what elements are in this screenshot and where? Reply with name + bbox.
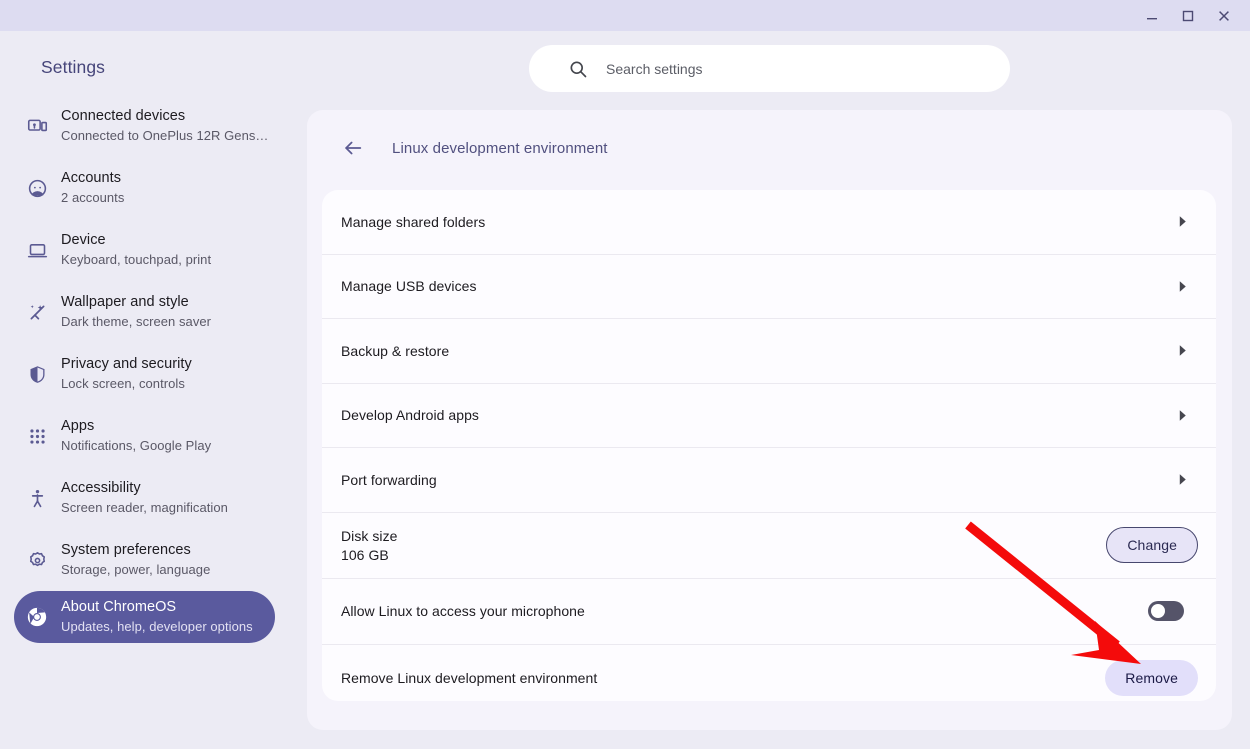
row-label: Port forwarding bbox=[341, 471, 437, 488]
row-control bbox=[1173, 319, 1216, 383]
close-button[interactable] bbox=[1206, 0, 1242, 31]
sidebar-item-label: Connected devices bbox=[61, 108, 186, 124]
chevron-right-icon[interactable] bbox=[1173, 213, 1191, 231]
toggle-knob bbox=[1151, 604, 1165, 618]
close-icon bbox=[1219, 10, 1229, 21]
settings-row-manage-usb-devices[interactable]: Manage USB devices bbox=[322, 255, 1216, 319]
row-label: Remove Linux development environment bbox=[341, 669, 598, 686]
devices-icon bbox=[25, 114, 49, 138]
sidebar: Settings Connected devices Connected to … bbox=[0, 31, 300, 749]
change-button[interactable]: Change bbox=[1106, 527, 1198, 563]
chevron-right-icon[interactable] bbox=[1173, 342, 1191, 360]
search-bar[interactable] bbox=[529, 45, 1010, 92]
settings-row-remove-linux: Remove Linux development environment Rem… bbox=[322, 645, 1216, 702]
sidebar-item-label: Wallpaper and style bbox=[61, 294, 189, 310]
back-arrow-icon[interactable] bbox=[341, 136, 365, 160]
sidebar-item-wallpaper-and-style[interactable]: Wallpaper and style Dark theme, screen s… bbox=[0, 281, 300, 343]
sidebar-item-sublabel: Connected to OnePlus 12R Gens… bbox=[61, 128, 269, 143]
shield-icon bbox=[25, 362, 49, 386]
accessibility-icon bbox=[25, 486, 49, 510]
window-titlebar bbox=[0, 0, 1250, 31]
sidebar-item-sublabel: Lock screen, controls bbox=[61, 376, 185, 391]
chevron-right-icon[interactable] bbox=[1173, 471, 1191, 489]
disk-size-text: Disk size 106 GB bbox=[341, 528, 397, 563]
sidebar-item-sublabel: 2 accounts bbox=[61, 190, 125, 205]
row-label: Backup & restore bbox=[341, 342, 450, 359]
row-control bbox=[1173, 448, 1216, 512]
row-control bbox=[1173, 384, 1216, 448]
row-control: Remove bbox=[1105, 645, 1216, 702]
search-icon bbox=[568, 59, 588, 79]
sidebar-item-sublabel: Keyboard, touchpad, print bbox=[61, 252, 212, 267]
sidebar-item-sublabel: Dark theme, screen saver bbox=[61, 314, 212, 329]
remove-button[interactable]: Remove bbox=[1105, 659, 1198, 696]
row-control: Change bbox=[1106, 513, 1216, 578]
sidebar-item-label: System preferences bbox=[61, 542, 191, 558]
apps-grid-icon bbox=[25, 424, 49, 448]
settings-row-microphone-access: Allow Linux to access your microphone bbox=[322, 579, 1216, 645]
sidebar-item-sublabel: Screen reader, magnification bbox=[61, 500, 228, 515]
sidebar-nav-list: Connected devices Connected to OnePlus 1… bbox=[0, 95, 300, 643]
settings-row-develop-android-apps[interactable]: Develop Android apps bbox=[322, 384, 1216, 448]
chrome-icon bbox=[25, 605, 49, 629]
settings-row-disk-size: Disk size 106 GB Change bbox=[322, 513, 1216, 579]
settings-card: Manage shared folders Manage USB devices… bbox=[322, 190, 1216, 701]
sidebar-item-accounts[interactable]: Accounts 2 accounts bbox=[0, 157, 300, 219]
settings-row-manage-shared-folders[interactable]: Manage shared folders bbox=[322, 190, 1216, 255]
wand-icon bbox=[25, 300, 49, 324]
laptop-icon bbox=[25, 238, 49, 262]
chevron-right-icon[interactable] bbox=[1173, 406, 1191, 424]
settings-row-backup-and-restore[interactable]: Backup & restore bbox=[322, 319, 1216, 384]
sidebar-item-sublabel: Updates, help, developer options bbox=[61, 619, 253, 634]
sidebar-item-about-chromeos[interactable]: About ChromeOS Updates, help, developer … bbox=[14, 591, 275, 643]
gear-icon bbox=[25, 548, 49, 572]
row-label: Allow Linux to access your microphone bbox=[341, 603, 585, 619]
sidebar-item-label: Privacy and security bbox=[61, 356, 192, 372]
sidebar-item-sublabel: Notifications, Google Play bbox=[61, 438, 212, 453]
row-label: Manage USB devices bbox=[341, 278, 477, 295]
row-control bbox=[1148, 579, 1216, 644]
maximize-icon bbox=[1182, 10, 1194, 21]
sidebar-item-system-preferences[interactable]: System preferences Storage, power, langu… bbox=[0, 529, 300, 591]
microphone-toggle[interactable] bbox=[1148, 601, 1184, 621]
maximize-button[interactable] bbox=[1170, 0, 1206, 31]
row-label: Disk size bbox=[341, 527, 398, 544]
sidebar-item-privacy-and-security[interactable]: Privacy and security Lock screen, contro… bbox=[0, 343, 300, 405]
page-title: Linux development environment bbox=[392, 139, 608, 157]
content-panel: Linux development environment Manage sha… bbox=[307, 110, 1232, 730]
sidebar-item-label: Device bbox=[61, 232, 106, 248]
sidebar-item-label: Accounts bbox=[61, 170, 122, 186]
row-control bbox=[1173, 255, 1216, 319]
sidebar-item-label: Accessibility bbox=[61, 480, 141, 496]
sidebar-item-sublabel: Storage, power, language bbox=[61, 562, 211, 577]
minimize-button[interactable] bbox=[1134, 0, 1170, 31]
sidebar-item-apps[interactable]: Apps Notifications, Google Play bbox=[0, 405, 300, 467]
sidebar-item-device[interactable]: Device Keyboard, touchpad, print bbox=[0, 219, 300, 281]
settings-row-port-forwarding[interactable]: Port forwarding bbox=[322, 448, 1216, 513]
settings-app: Settings Connected devices Connected to … bbox=[0, 31, 1250, 749]
row-label: Develop Android apps bbox=[341, 407, 479, 424]
chevron-right-icon[interactable] bbox=[1173, 277, 1191, 295]
row-sublabel: 106 GB bbox=[341, 546, 389, 563]
account-icon bbox=[25, 176, 49, 200]
row-control bbox=[1173, 190, 1216, 254]
search-input[interactable] bbox=[606, 45, 1010, 92]
sidebar-item-accessibility[interactable]: Accessibility Screen reader, magnificati… bbox=[0, 467, 300, 529]
sidebar-item-label: Apps bbox=[61, 418, 95, 434]
sidebar-item-connected-devices[interactable]: Connected devices Connected to OnePlus 1… bbox=[0, 95, 300, 157]
app-title: Settings bbox=[41, 57, 106, 77]
row-label: Manage shared folders bbox=[341, 213, 486, 230]
sidebar-item-label: About ChromeOS bbox=[61, 599, 177, 615]
panel-header: Linux development environment bbox=[341, 136, 608, 160]
minimize-icon bbox=[1147, 17, 1157, 19]
